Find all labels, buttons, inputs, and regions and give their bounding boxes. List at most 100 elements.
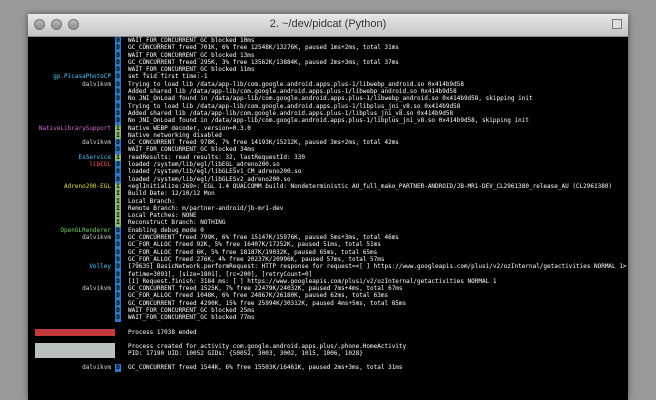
log-level-badge: D [115,73,121,81]
log-level-badge: D [115,44,121,52]
process-created-message: Process created for activity com.google.… [128,342,407,350]
log-message: Enabling debug mode 0 [128,226,204,234]
log-level-badge: D [115,66,121,74]
log-row: Dloaded /system/lib/egl/libGLESv2_adreno… [28,175,628,183]
log-tag: Adreno200-EGL [64,182,111,190]
log-row: D GC_FOR_ALLOC freed 92K, 5% free 16407K/… [28,241,628,249]
log-row: I Remote Branch: m/partner-android/jb-mr1… [28,204,628,213]
log-row: libEGL Dloaded /system/lib/egl/libEGL_adr… [28,161,628,169]
log-tag: dalvikvm [82,285,111,293]
log-message: Native WEBP decoder, version=0.3.0 [128,124,251,132]
log-level-badge: D [115,270,121,278]
log-level-badge: D [115,263,121,271]
log-row: NativeLibrarySupport I Native WEBP decoder… [28,124,628,132]
log-row: D GC_CONCURRENT freed 701K, 6% free 12548… [28,44,628,52]
log-message: WAIT_FOR_CONCURRENT_GC blocked 13ms [128,51,255,59]
log-level-badge: D [115,277,121,286]
log-message: [1] Request.finish: 3184 ms: [ ] https:/… [128,277,497,285]
log-level-badge: D [115,299,121,307]
log-level-badge: D [115,109,121,118]
log-message: readResults: read results: 32, lastReque… [128,153,306,161]
log-message: Native networking disabled [128,131,222,139]
log-tag: Volley [89,263,111,271]
log-tag: libEGL [89,161,111,169]
log-tag: dalvikvm [82,364,111,372]
log-tag: dalvikvm [82,80,111,88]
process-ended-bar [35,328,115,336]
log-tag: dalvikvm [82,139,111,147]
log-level-badge: D [115,285,121,293]
log-row: D GC_CONCURRENT freed 4290K, 15% free 259… [28,299,628,307]
log-row: D GC_FOR_ALLOC freed 6K, 5% free 18187K/1… [28,248,628,256]
log-level-badge: D [115,80,121,89]
log-list: D WAIT_FOR_CONCURRENT_GC blocked 10ms D GC_… [28,37,628,322]
log-message: loaded /system/lib/egl/libEGL_adreno200.… [128,161,280,169]
log-message: GC_CONCURRENT freed 701K, 6% free 12548K… [128,44,399,52]
log-level-badge: D [115,255,121,264]
log-message: fetime=3093], [size=1801], [rc=200], [re… [128,270,313,278]
log-level-badge: D [115,117,121,125]
process-created-row: Process created for activity com.google.… [28,342,628,358]
log-message: GC_CONCURRENT freed 295K, 3% free 13562K… [128,58,399,66]
log-message: WAIT_FOR_CONCURRENT_GC blocked 11ms [128,66,255,74]
log-row: D WAIT_FOR_CONCURRENT_GC blocked 77ms [28,314,628,322]
log-level-badge: D [115,226,121,235]
log-level-badge: I [115,212,121,220]
log-tag: EsService [78,153,111,161]
log-message: [79635] BasicNetwork.performRequest: HTT… [128,263,628,271]
log-row: D Added shared lib /data/app-lib/com.goog… [28,88,628,96]
log-row: dalvikvm D GC_CONCURRENT freed 978K, 7% fr… [28,139,628,147]
log-message: Remote Branch: m/partner-android/jb-mr1-… [128,204,284,212]
log-message: GC_FOR_ALLOC freed 92K, 5% free 16407K/1… [128,241,381,249]
terminal-window: 2. ~/dev/pidcat (Python) D WAIT_FOR_CONCU… [28,14,628,400]
log-row: Dloaded /system/lib/egl/libGLESv1_CM_adr… [28,168,628,176]
log-row: I Native networking disabled [28,131,628,140]
log-row: OpenGLRenderer D Enabling debug mode 0 [28,226,628,235]
log-row: D WAIT_FOR_CONCURRENT_GC blocked 13ms [28,51,628,59]
log-message: Local Patches: NONE [128,212,197,220]
log-level-badge: D [115,139,121,147]
log-level-badge: D [115,102,121,110]
process-ended-row: Process 17038 ended [28,328,628,336]
log-message: WAIT_FOR_CONCURRENT_GC blocked 10ms [128,37,255,44]
log-row: D Added shared lib /data/app-lib/com.goog… [28,109,628,118]
process-info-message: PID: 17190 UID: 10052 GIDs: {50052, 3003… [128,350,363,358]
log-level-badge: I [115,190,121,198]
log-row: I Build Date: 12/10/12 Mon [28,190,628,198]
log-row: D WAIT_FOR_CONCURRENT_GC blocked 34ms [28,146,628,154]
log-level-badge: D [115,364,121,372]
log-level-badge: D [115,175,121,183]
title-bar[interactable]: 2. ~/dev/pidcat (Python) [28,14,628,37]
log-message: GC_FOR_ALLOC freed 1048K, 6% free 24867K… [128,292,389,300]
log-message: WAIT_FOR_CONCURRENT_GC blocked 34ms [128,146,255,154]
log-row: EsService IreadResults: read results: 32,… [28,153,628,162]
fullscreen-button[interactable] [612,19,622,29]
log-row: D GC_FOR_ALLOC freed 276K, 4% free 20237K… [28,255,628,264]
log-row: Dfetime=3093], [size=1801], [rc=200], [r… [28,270,628,278]
log-message: GC_CONCURRENT freed 799K, 6% free 15147K… [128,234,399,242]
log-message: Reconstruct Branch: NOTHING [128,219,226,227]
log-message: GC_FOR_ALLOC freed 276K, 4% free 20237K/… [128,255,385,263]
log-message: WAIT_FOR_CONCURRENT_GC blocked 77ms [128,314,255,322]
log-message: loaded /system/lib/egl/libGLESv2_adreno2… [128,175,291,183]
log-row: D WAIT_FOR_CONCURRENT_GC blocked 10ms [28,37,628,45]
terminal-output[interactable]: D WAIT_FOR_CONCURRENT_GC blocked 10ms D GC_… [28,37,628,400]
log-level-badge: D [115,37,121,45]
log-level-badge: I [115,182,121,191]
log-level-badge: I [115,197,121,205]
log-row: D WAIT_FOR_CONCURRENT_GC blocked 25ms [28,306,628,315]
log-message: GC_CONCURRENT freed 1544K, 6% free 15503… [128,364,403,372]
log-message: GC_CONCURRENT freed 4290K, 15% free 2599… [128,299,407,307]
window-title: 2. ~/dev/pidcat (Python) [269,18,387,30]
log-message: No JNI_OnLoad found in /data/app-lib/com… [128,95,533,103]
log-row: gp.PicasaPhotoCP Dset fsid first time:-1 [28,73,628,81]
process-info-row: PID: 17190 UID: 10052 GIDs: {50052, 3003… [28,350,628,357]
log-row: Volley D [79635] BasicNetwork.performReque… [28,263,628,271]
log-row: dalvikvm D GC_CONCURRENT freed 799K, 6% fr… [28,234,628,242]
log-level-badge: D [115,88,121,96]
log-message: loaded /system/lib/egl/libGLESv1_CM_adre… [128,168,302,176]
log-message: WAIT_FOR_CONCURRENT_GC blocked 25ms [128,306,255,314]
log-row: dalvikvm D GC_CONCURRENT freed 1544K, 6%… [28,364,628,372]
log-tag: gp.PicasaPhotoCP [53,73,111,81]
log-row: D GC_CONCURRENT freed 295K, 3% free 13562… [28,58,628,67]
